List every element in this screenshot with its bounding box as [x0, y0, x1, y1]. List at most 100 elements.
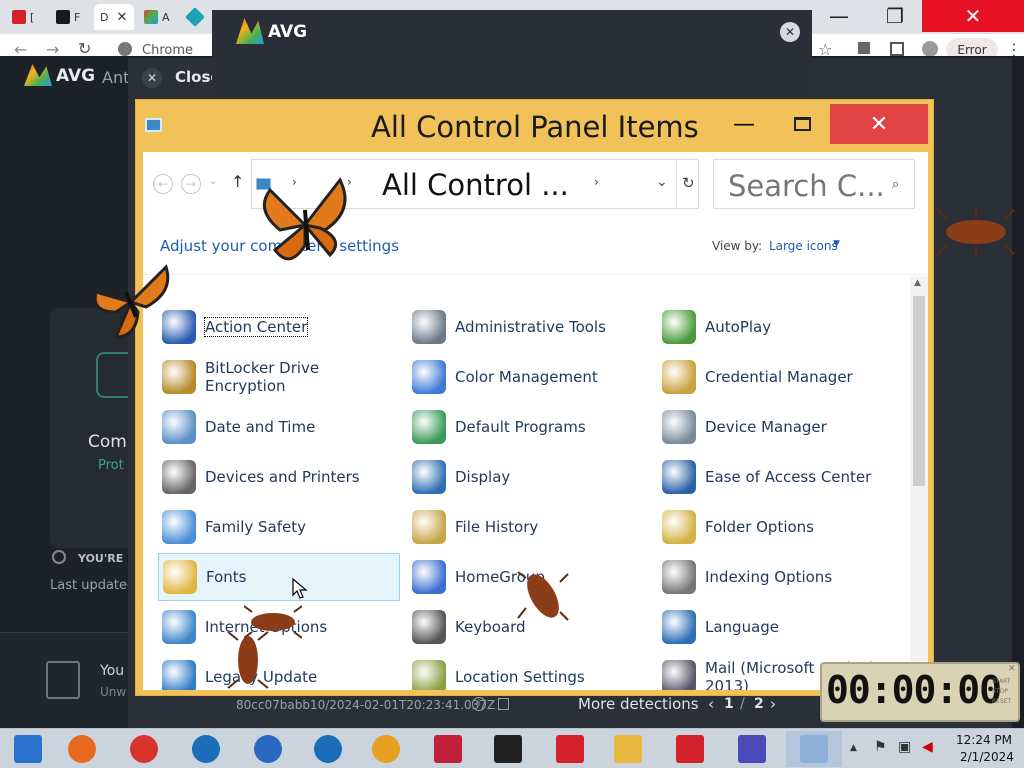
view-by-dropdown[interactable]: Large icons	[769, 239, 838, 253]
control-panel-item[interactable]: Color Management	[408, 353, 650, 401]
control-panel-item[interactable]: Legacy Update	[158, 653, 400, 690]
view-by-caret-icon[interactable]: ▼	[833, 239, 840, 249]
control-panel-item-label: Action Center	[203, 317, 309, 337]
control-panel-item[interactable]: Credential Manager	[658, 353, 900, 401]
butterfly-icon	[93, 264, 170, 339]
default-programs-icon	[412, 410, 446, 444]
taskbar-app-button[interactable]	[724, 731, 780, 767]
control-panel-item[interactable]: Location Settings	[408, 653, 650, 690]
cp-minimize-button[interactable]: —	[722, 104, 766, 144]
control-panel-titlebar[interactable]: All Control Panel Items — ✕	[136, 100, 933, 152]
prev-page-icon[interactable]: ‹	[708, 695, 714, 713]
taskbar-app-button[interactable]	[420, 731, 476, 767]
recent-locations-chevron-icon[interactable]: ⌄	[209, 176, 217, 187]
search-icon[interactable]: ⌕	[892, 177, 899, 192]
taskbar-app-button[interactable]	[240, 731, 296, 767]
search-input[interactable]: Search C...	[728, 169, 885, 203]
avg-logo-text: AVG	[56, 66, 96, 86]
control-panel-item[interactable]: Action Center	[158, 303, 400, 351]
sidepanel-icon[interactable]	[890, 42, 904, 56]
language-icon	[662, 610, 696, 644]
control-panel-item[interactable]: Device Manager	[658, 403, 900, 451]
scroll-up-arrow-icon[interactable]: ▲	[914, 278, 921, 288]
refresh-icon	[52, 550, 66, 564]
control-panel-item[interactable]: Date and Time	[158, 403, 400, 451]
control-panel-item[interactable]: Devices and Printers	[158, 453, 400, 501]
chrome-tab[interactable]: A	[138, 4, 176, 30]
control-panel-item[interactable]: Administrative Tools	[408, 303, 650, 351]
chrome-tab[interactable]: F	[50, 4, 88, 30]
stopwatch-start-button[interactable]: START	[992, 678, 1011, 685]
modal-close-icon[interactable]: ✕	[780, 22, 800, 42]
profile-avatar[interactable]	[922, 41, 938, 57]
stopwatch-stop-button[interactable]: STOP	[992, 688, 1008, 695]
tab-close-icon[interactable]: ✕	[116, 10, 127, 25]
clock-date[interactable]: 2/1/2024	[960, 750, 1014, 764]
control-panel-item[interactable]: Indexing Options	[658, 553, 900, 601]
chrome-tab[interactable]: [	[6, 4, 44, 30]
taskbar-app-button[interactable]	[480, 731, 536, 767]
cp-maximize-button[interactable]	[780, 104, 824, 144]
stopwatch-reset-button[interactable]: RESET	[992, 698, 1011, 705]
refresh-icon[interactable]: ↻	[682, 174, 695, 192]
stopwatch-widget[interactable]: 00:00:00 START STOP RESET ✕	[820, 662, 1020, 722]
cp-close-button[interactable]: ✕	[830, 104, 928, 144]
control-panel-item[interactable]: BitLocker Drive Encryption	[158, 353, 400, 401]
taskbar-app-button[interactable]	[178, 731, 234, 767]
control-panel-item[interactable]: Ease of Access Center	[658, 453, 900, 501]
minimize-button[interactable]: —	[810, 0, 868, 32]
taskbar-app-button[interactable]	[300, 731, 356, 767]
taskbar-app-button[interactable]	[0, 731, 56, 767]
forward-arrow-icon[interactable]: →	[181, 174, 201, 194]
ccleaner-c-icon	[192, 735, 220, 763]
stopwatch-close-icon[interactable]: ✕	[1008, 664, 1016, 674]
screen-recorder-icon	[434, 735, 462, 763]
maximize-button[interactable]: ❐	[866, 0, 924, 32]
taskbar-app-button[interactable]	[786, 731, 842, 767]
chrome-tab-active[interactable]: D ✕	[94, 4, 134, 30]
control-panel-item[interactable]: File History	[408, 503, 650, 551]
search-box[interactable]: Search C... ⌕	[713, 159, 915, 209]
avg-logo-icon	[24, 64, 52, 86]
control-panel-item-label: BitLocker Drive Encryption	[205, 359, 320, 395]
bitlocker-icon	[162, 360, 196, 394]
control-panel-item[interactable]: Display	[408, 453, 650, 501]
close-x-icon[interactable]: ✕	[142, 68, 162, 88]
info-icon[interactable]: i	[472, 697, 486, 711]
control-panel-item[interactable]: Default Programs	[408, 403, 650, 451]
volume-muted-icon[interactable]: ◀	[922, 739, 933, 755]
control-panel-item[interactable]: Language	[658, 603, 900, 651]
show-hidden-icons-icon[interactable]: ▲	[850, 743, 857, 753]
taskbar-app-button[interactable]	[542, 731, 598, 767]
up-arrow-icon[interactable]: ↑	[231, 172, 244, 191]
taskbar-app-button[interactable]	[662, 731, 718, 767]
windows-start-icon	[14, 735, 42, 763]
status-title: Com	[88, 432, 127, 452]
credential-icon	[662, 360, 696, 394]
control-panel-item[interactable]: Folder Options	[658, 503, 900, 551]
extensions-icon[interactable]	[858, 42, 870, 54]
close-window-button[interactable]: ✕	[922, 0, 1024, 32]
clock-time[interactable]: 12:24 PM	[956, 733, 1012, 747]
taskbar-app-button[interactable]	[358, 731, 414, 767]
control-panel-item[interactable]: AutoPlay	[658, 303, 900, 351]
taskbar-app-button[interactable]	[54, 731, 110, 767]
divider	[676, 160, 677, 208]
action-center-flag-icon[interactable]: ⚑	[874, 739, 887, 755]
scrollbar-thumb[interactable]	[913, 296, 925, 486]
cockroach-icon	[937, 208, 1015, 256]
copy-icon[interactable]	[498, 698, 509, 710]
vertical-scrollbar[interactable]: ▲	[910, 276, 928, 690]
breadcrumb-chevron-icon[interactable]: ›	[594, 175, 599, 189]
network-icon[interactable]: ▣	[898, 739, 911, 755]
control-panel-item[interactable]: Fonts	[158, 553, 400, 601]
address-dropdown-icon[interactable]: ⌄	[656, 174, 668, 190]
taskbar-app-button[interactable]	[116, 731, 172, 767]
device-manager-icon	[662, 410, 696, 444]
taskbar-app-button[interactable]	[600, 731, 656, 767]
control-panel-item[interactable]: Family Safety	[158, 503, 400, 551]
breadcrumb-current[interactable]: All Control ...	[382, 168, 569, 202]
avg-icon	[372, 735, 400, 763]
back-arrow-icon[interactable]: ←	[153, 174, 173, 194]
next-page-icon[interactable]: ›	[770, 695, 776, 713]
